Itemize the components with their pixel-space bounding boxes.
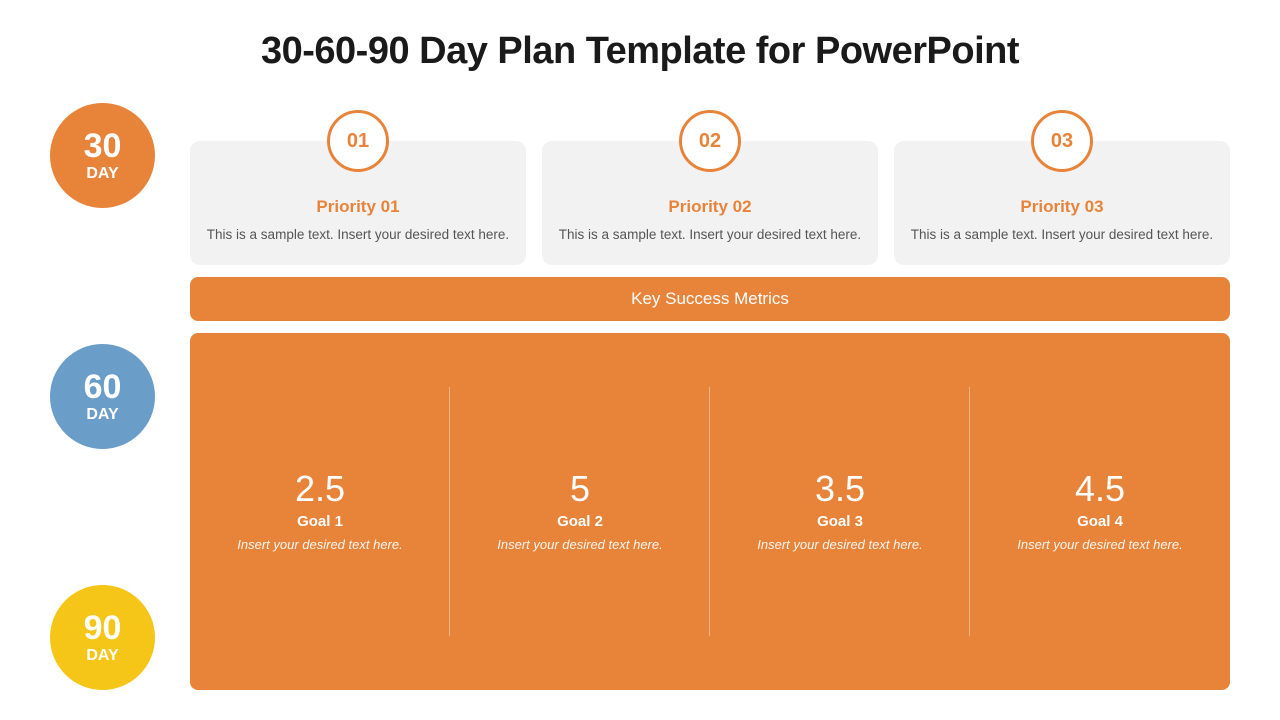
priority-card-3-inner: Priority 03 This is a sample text. Inser… <box>911 197 1213 245</box>
day-30-circle: 30 DAY <box>50 103 155 208</box>
page-title: 30-60-90 Day Plan Template for PowerPoin… <box>50 30 1230 73</box>
day-30-number: 30 <box>84 128 122 165</box>
priority-circle-2: 02 <box>679 110 741 172</box>
goals-row: 2.5 Goal 1 Insert your desired text here… <box>190 333 1230 690</box>
day-90-circle: 90 DAY <box>50 585 155 690</box>
goal-2-title: Goal 2 <box>557 513 603 530</box>
goal-1-title: Goal 1 <box>297 513 343 530</box>
priority-circle-3: 03 <box>1031 110 1093 172</box>
priority-1-title: Priority 01 <box>316 197 399 217</box>
priority-2-title: Priority 02 <box>668 197 751 217</box>
day-60-circle: 60 DAY <box>50 344 155 449</box>
priorities-wrapper: 01 Priority 01 This is a sample text. In… <box>190 103 1230 265</box>
goal-3-text: Insert your desired text here. <box>757 536 922 555</box>
priority-card-3: 03 Priority 03 This is a sample text. In… <box>894 141 1230 265</box>
day-90-label: DAY <box>86 647 118 665</box>
goal-cell-1: 2.5 Goal 1 Insert your desired text here… <box>190 333 450 690</box>
right-column: 01 Priority 01 This is a sample text. In… <box>190 103 1230 690</box>
priorities-row: 01 Priority 01 This is a sample text. In… <box>190 141 1230 265</box>
priority-card-2: 02 Priority 02 This is a sample text. In… <box>542 141 878 265</box>
goal-4-text: Insert your desired text here. <box>1017 536 1182 555</box>
goal-cell-4: 4.5 Goal 4 Insert your desired text here… <box>970 333 1230 690</box>
goal-3-title: Goal 3 <box>817 513 863 530</box>
goal-cell-2: 5 Goal 2 Insert your desired text here. <box>450 333 710 690</box>
day-60-number: 60 <box>84 369 122 406</box>
goal-cell-3: 3.5 Goal 3 Insert your desired text here… <box>710 333 970 690</box>
priority-card-2-inner: Priority 02 This is a sample text. Inser… <box>559 197 861 245</box>
priority-2-text: This is a sample text. Insert your desir… <box>559 225 861 245</box>
day-circles-column: 30 DAY 60 DAY 90 DAY <box>50 103 160 690</box>
priority-card-1-inner: Priority 01 This is a sample text. Inser… <box>207 197 509 245</box>
priority-circle-1: 01 <box>327 110 389 172</box>
goal-2-text: Insert your desired text here. <box>497 536 662 555</box>
goal-1-text: Insert your desired text here. <box>237 536 402 555</box>
priority-3-title: Priority 03 <box>1020 197 1103 217</box>
priority-1-text: This is a sample text. Insert your desir… <box>207 225 509 245</box>
main-content: 30 DAY 60 DAY 90 DAY 01 Priority 01 This… <box>50 103 1230 690</box>
metrics-banner: Key Success Metrics <box>190 277 1230 321</box>
goal-2-number: 5 <box>570 469 590 509</box>
goal-4-title: Goal 4 <box>1077 513 1123 530</box>
goal-1-number: 2.5 <box>295 469 345 509</box>
goal-4-number: 4.5 <box>1075 469 1125 509</box>
goal-3-number: 3.5 <box>815 469 865 509</box>
priority-3-text: This is a sample text. Insert your desir… <box>911 225 1213 245</box>
priority-card-1: 01 Priority 01 This is a sample text. In… <box>190 141 526 265</box>
day-90-number: 90 <box>84 610 122 647</box>
day-60-label: DAY <box>86 406 118 424</box>
day-30-label: DAY <box>86 165 118 183</box>
